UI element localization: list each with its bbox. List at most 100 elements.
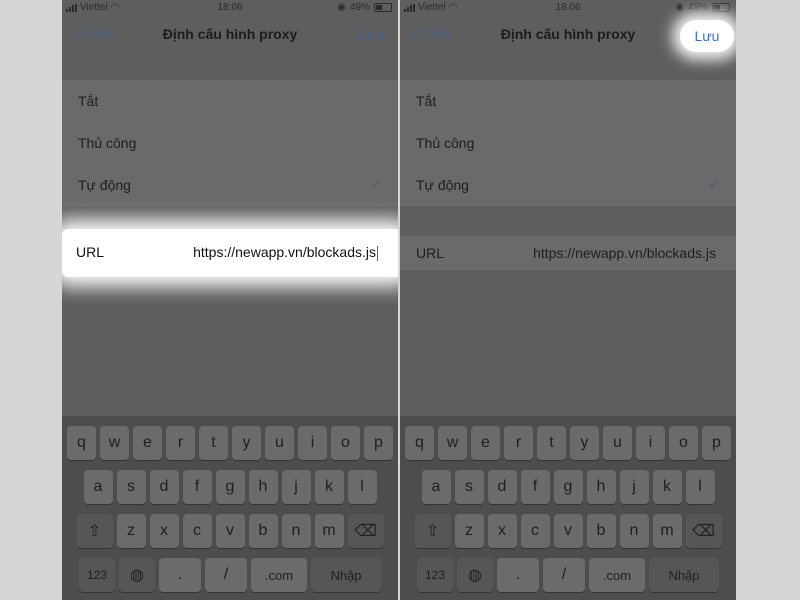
key-o[interactable]: o xyxy=(669,426,698,460)
dotcom-key[interactable]: .com xyxy=(589,558,645,592)
key-x[interactable]: x xyxy=(487,514,517,548)
keyboard-row-2: asdfghjkl xyxy=(62,470,398,504)
shift-icon: ⇧ xyxy=(87,523,102,540)
key-d[interactable]: d xyxy=(149,470,179,504)
key-o[interactable]: o xyxy=(331,426,360,460)
slash-key[interactable]: / xyxy=(543,558,585,592)
option-off[interactable]: Tắt xyxy=(400,80,736,122)
alarm-icon: ◉ xyxy=(337,2,346,13)
key-r[interactable]: r xyxy=(166,426,195,460)
page-title: Định cấu hình proxy xyxy=(162,26,298,42)
period-key[interactable]: . xyxy=(159,558,201,592)
status-bar: Viettel ◠ 18:06 ◉ 49% xyxy=(400,0,736,16)
battery-percent: 49% xyxy=(687,2,708,13)
key-p[interactable]: p xyxy=(702,426,731,460)
key-m[interactable]: m xyxy=(314,514,344,548)
key-w[interactable]: w xyxy=(100,426,129,460)
url-input[interactable]: https://newapp.vn/blockads.js xyxy=(193,244,376,260)
key-k[interactable]: k xyxy=(652,470,682,504)
key-g[interactable]: g xyxy=(215,470,245,504)
key-v[interactable]: v xyxy=(215,514,245,548)
enter-key[interactable]: Nhập xyxy=(649,558,719,592)
key-l[interactable]: l xyxy=(685,470,715,504)
key-m[interactable]: m xyxy=(652,514,682,548)
key-e[interactable]: e xyxy=(133,426,162,460)
key-s[interactable]: s xyxy=(454,470,484,504)
keyboard-row-3: ⇧ zxcvbnm ⌫ xyxy=(62,514,398,548)
key-g[interactable]: g xyxy=(553,470,583,504)
key-z[interactable]: z xyxy=(116,514,146,548)
key-s[interactable]: s xyxy=(116,470,146,504)
key-q[interactable]: q xyxy=(405,426,434,460)
keyboard-row-4: 123 ◍ . / .com Nhập xyxy=(62,558,398,592)
option-manual[interactable]: Thủ công xyxy=(400,122,736,164)
dotcom-key[interactable]: .com xyxy=(251,558,307,592)
delete-key[interactable]: ⌫ xyxy=(347,514,384,548)
key-d[interactable]: d xyxy=(487,470,517,504)
globe-key[interactable]: ◍ xyxy=(457,558,493,592)
key-a[interactable]: a xyxy=(83,470,113,504)
key-t[interactable]: t xyxy=(199,426,228,460)
key-j[interactable]: j xyxy=(281,470,311,504)
battery-icon xyxy=(374,3,392,12)
phone-screen-right: Viettel ◠ 18:06 ◉ 49% ‹ Putin Định cấu h… xyxy=(400,0,736,600)
key-n[interactable]: n xyxy=(281,514,311,548)
key-i[interactable]: i xyxy=(636,426,665,460)
key-n[interactable]: n xyxy=(619,514,649,548)
key-f[interactable]: f xyxy=(182,470,212,504)
key-c[interactable]: c xyxy=(182,514,212,548)
key-w[interactable]: w xyxy=(438,426,467,460)
key-u[interactable]: u xyxy=(265,426,294,460)
option-automatic[interactable]: Tự động ✓ xyxy=(400,164,736,206)
url-row[interactable]: URL https://newapp.vn/blockads.js xyxy=(400,236,736,270)
globe-key[interactable]: ◍ xyxy=(119,558,155,592)
option-manual[interactable]: Thủ công xyxy=(62,122,398,164)
status-bar: Viettel ◠ 18:06 ◉ 49% xyxy=(62,0,398,16)
url-input[interactable]: https://newapp.vn/blockads.js xyxy=(533,245,716,261)
key-x[interactable]: x xyxy=(149,514,179,548)
key-y[interactable]: y xyxy=(570,426,599,460)
key-q[interactable]: q xyxy=(67,426,96,460)
key-z[interactable]: z xyxy=(454,514,484,548)
key-b[interactable]: b xyxy=(248,514,278,548)
key-i[interactable]: i xyxy=(298,426,327,460)
delete-key[interactable]: ⌫ xyxy=(685,514,722,548)
shift-icon: ⇧ xyxy=(425,523,440,540)
key-a[interactable]: a xyxy=(421,470,451,504)
key-r[interactable]: r xyxy=(504,426,533,460)
key-p[interactable]: p xyxy=(364,426,393,460)
key-h[interactable]: h xyxy=(586,470,616,504)
key-y[interactable]: y xyxy=(232,426,261,460)
save-button[interactable]: Lưu xyxy=(680,28,734,44)
shift-key[interactable]: ⇧ xyxy=(414,514,451,548)
option-automatic[interactable]: Tự động ✓ xyxy=(62,164,398,206)
key-k[interactable]: k xyxy=(314,470,344,504)
save-button-highlight[interactable]: Lưu xyxy=(680,20,734,52)
key-c[interactable]: c xyxy=(520,514,550,548)
period-key[interactable]: . xyxy=(497,558,539,592)
key-h[interactable]: h xyxy=(248,470,278,504)
option-off[interactable]: Tắt xyxy=(62,80,398,122)
url-label: URL xyxy=(76,244,105,260)
key-j[interactable]: j xyxy=(619,470,649,504)
url-field-highlight[interactable]: URL https://newapp.vn/blockads.js xyxy=(62,229,398,277)
key-e[interactable]: e xyxy=(471,426,500,460)
proxy-options-list: Tắt Thủ công Tự động ✓ xyxy=(400,80,736,206)
key-f[interactable]: f xyxy=(520,470,550,504)
globe-icon: ◍ xyxy=(130,567,144,584)
slash-key[interactable]: / xyxy=(205,558,247,592)
key-b[interactable]: b xyxy=(586,514,616,548)
numbers-key[interactable]: 123 xyxy=(417,558,453,592)
shift-key[interactable]: ⇧ xyxy=(76,514,113,548)
key-u[interactable]: u xyxy=(603,426,632,460)
keyboard-row-1: qwertyuiop xyxy=(62,426,398,460)
key-t[interactable]: t xyxy=(537,426,566,460)
phone-screen-left: Viettel ◠ 18:06 ◉ 49% ‹ Putin Định cấu h… xyxy=(62,0,398,600)
enter-key[interactable]: Nhập xyxy=(311,558,381,592)
save-button[interactable]: Lưu xyxy=(359,26,384,42)
backspace-icon: ⌫ xyxy=(692,523,715,540)
key-v[interactable]: v xyxy=(553,514,583,548)
keyboard-row-2: asdfghjkl xyxy=(400,470,736,504)
numbers-key[interactable]: 123 xyxy=(79,558,115,592)
key-l[interactable]: l xyxy=(347,470,377,504)
